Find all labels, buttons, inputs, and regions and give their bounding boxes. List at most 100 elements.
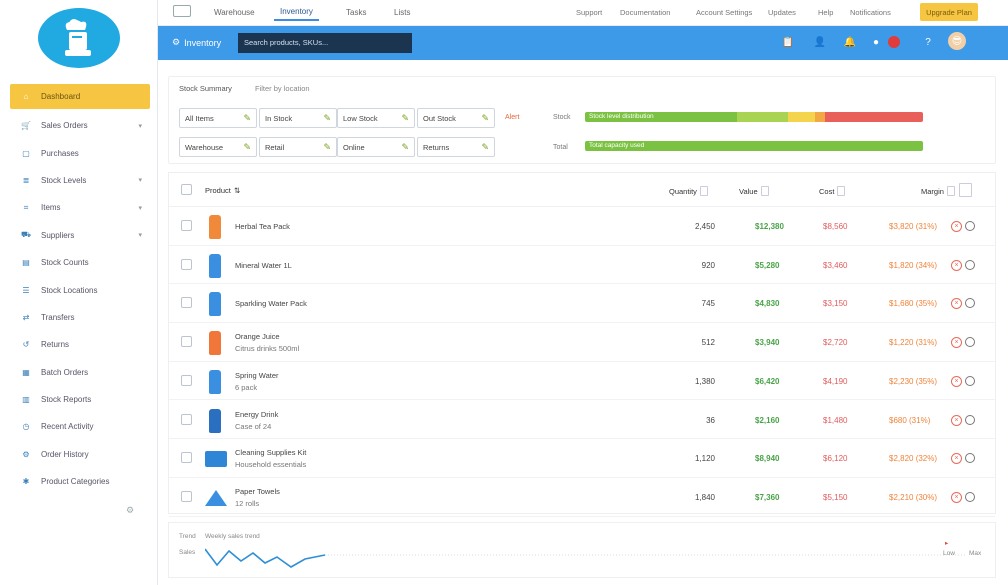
row-checkbox[interactable] xyxy=(181,220,192,231)
search-input[interactable] xyxy=(238,33,412,53)
product-name[interactable]: Herbal Tea Pack xyxy=(235,222,290,231)
column-settings-icon[interactable] xyxy=(959,183,972,197)
sort-icon xyxy=(699,186,708,196)
table-row[interactable]: Orange Juice Citrus drinks 500ml 512 $3,940… xyxy=(169,323,995,362)
table-row[interactable]: Mineral Water 1L 920 $5,280 $3,460 $1,820 (3… xyxy=(169,246,995,285)
remove-icon[interactable]: × xyxy=(951,337,962,349)
tab-inventory[interactable]: Inventory xyxy=(274,3,319,21)
sidebar-item[interactable]: ↺ Returns xyxy=(10,331,150,358)
alert-icon[interactable] xyxy=(888,36,900,48)
more-icon[interactable] xyxy=(965,491,975,502)
product-name[interactable]: Energy Drink xyxy=(235,410,278,419)
product-name[interactable]: Mineral Water 1L xyxy=(235,261,292,270)
sidebar-item[interactable]: ⌗ Items ▾ xyxy=(10,194,150,221)
page-title-text: Inventory xyxy=(184,37,222,48)
document-icon[interactable]: 📋 xyxy=(780,34,796,50)
filter-chip[interactable]: Retail ✎ xyxy=(259,137,337,157)
more-icon[interactable] xyxy=(965,375,975,386)
row-checkbox[interactable] xyxy=(181,413,192,425)
bell-icon[interactable]: 🔔 xyxy=(842,34,858,50)
column-header-quantity[interactable]: Quantity xyxy=(669,186,708,196)
remove-icon[interactable]: × xyxy=(951,453,962,465)
sidebar-item[interactable]: ▥ Stock Reports xyxy=(10,386,150,413)
filter-chip[interactable]: Low Stock ✎ xyxy=(337,108,415,128)
select-all-checkbox[interactable] xyxy=(181,184,192,195)
table-row[interactable]: Sparkling Water Pack 745 $4,830 $3,150 $1,68… xyxy=(169,284,995,324)
column-header-value[interactable]: Value xyxy=(739,186,769,196)
table-row[interactable]: Spring Water 6 pack 1,380 $6,420 $4,190 $2,23… xyxy=(169,362,995,401)
more-icon[interactable] xyxy=(965,414,975,425)
row-checkbox[interactable] xyxy=(181,374,192,386)
row-checkbox[interactable] xyxy=(181,258,192,270)
filter-chip[interactable]: Warehouse ✎ xyxy=(179,137,257,157)
filter-chip[interactable]: Out Stock ✎ xyxy=(417,108,495,128)
table-row[interactable]: Herbal Tea Pack 2,450 $12,380 $8,560 $3,820 … xyxy=(169,207,995,246)
more-icon[interactable] xyxy=(965,337,975,348)
column-header-product[interactable]: Product ⇅ xyxy=(205,186,240,195)
tab-lists[interactable]: Lists xyxy=(388,3,416,21)
sidebar-item[interactable]: ✱ Product Categories xyxy=(10,468,150,495)
help-icon[interactable]: ? xyxy=(920,34,936,50)
sidebar-item[interactable]: ⚙ Order History xyxy=(10,441,150,468)
more-icon[interactable] xyxy=(965,259,975,270)
link-documentation[interactable]: Documentation xyxy=(620,8,670,17)
trend-panel: Trend Sales Weekly sales trend ▸ Low Max xyxy=(168,522,996,578)
column-header-cost[interactable]: Cost xyxy=(819,186,846,196)
avatar[interactable]: 😎 xyxy=(948,32,966,50)
window-icon[interactable] xyxy=(173,5,191,17)
more-icon[interactable] xyxy=(965,453,975,464)
remove-icon[interactable]: × xyxy=(951,375,962,387)
filter-chip[interactable]: All Items ✎ xyxy=(179,108,257,128)
table-row[interactable]: Paper Towels 12 rolls 1,840 $7,360 $5,150 $2,… xyxy=(169,478,995,517)
remove-icon[interactable]: × xyxy=(951,298,962,310)
chart-icon: ▥ xyxy=(22,395,30,405)
sidebar-item[interactable]: ⌂ Dashboard xyxy=(10,84,150,109)
sidebar-item[interactable]: ▢ Purchases xyxy=(10,139,150,166)
bar-label: Stock xyxy=(553,114,571,121)
link-account-settings[interactable]: Account Settings xyxy=(696,8,752,17)
row-checkbox[interactable] xyxy=(181,452,192,464)
summary-sublabel[interactable]: Filter by location xyxy=(255,84,310,93)
collapse-icon[interactable]: ⚙ xyxy=(126,505,134,516)
row-checkbox[interactable] xyxy=(181,297,192,309)
sidebar-item[interactable]: ≣ Stock Levels ▾ xyxy=(10,167,150,194)
remove-icon[interactable]: × xyxy=(951,491,962,503)
value-cell: $3,940 xyxy=(755,338,780,348)
filter-chip[interactable]: In Stock ✎ xyxy=(259,108,337,128)
filter-chip[interactable]: Returns ✎ xyxy=(417,137,495,157)
tab-warehouse[interactable]: Warehouse xyxy=(208,3,261,21)
settings-icon[interactable]: ⚙ xyxy=(172,37,180,48)
row-checkbox[interactable] xyxy=(181,490,192,502)
link-notifications[interactable]: Notifications xyxy=(850,8,891,17)
filter-chip[interactable]: Online ✎ xyxy=(337,137,415,157)
upgrade-button[interactable]: Upgrade Plan xyxy=(920,3,978,21)
column-header-margin[interactable]: Margin xyxy=(921,186,955,196)
more-icon[interactable] xyxy=(965,221,975,231)
sidebar-item[interactable]: ▦ Batch Orders xyxy=(10,359,150,386)
sidebar-item[interactable]: 🛒 Sales Orders ▾ xyxy=(10,112,150,139)
table-row[interactable]: Energy Drink Case of 24 36 $2,160 $1,480 $680… xyxy=(169,401,995,440)
product-name[interactable]: Sparkling Water Pack xyxy=(235,299,307,308)
more-icon[interactable] xyxy=(965,298,975,309)
product-name[interactable]: Paper Towels xyxy=(235,487,280,496)
sidebar-item[interactable]: ⛟ Suppliers ▾ xyxy=(10,222,150,249)
sidebar-item[interactable]: ▤ Stock Counts xyxy=(10,249,150,276)
remove-icon[interactable]: × xyxy=(951,221,962,232)
sidebar-item[interactable]: ⇄ Transfers xyxy=(10,304,150,331)
user-icon[interactable]: 👤 xyxy=(812,34,828,50)
remove-icon[interactable]: × xyxy=(951,414,962,426)
row-checkbox[interactable] xyxy=(181,336,192,348)
link-updates[interactable]: Updates xyxy=(768,8,796,17)
product-name[interactable]: Cleaning Supplies Kit xyxy=(235,448,306,457)
link-help[interactable]: Help xyxy=(818,8,833,17)
product-name[interactable]: Spring Water xyxy=(235,371,279,380)
table-row[interactable]: Cleaning Supplies Kit Household essential… xyxy=(169,439,995,478)
product-name[interactable]: Orange Juice xyxy=(235,332,280,341)
tab-tasks[interactable]: Tasks xyxy=(340,3,372,21)
app-logo[interactable] xyxy=(38,8,120,68)
remove-icon[interactable]: × xyxy=(951,259,962,271)
sidebar-item[interactable]: ☰ Stock Locations xyxy=(10,276,150,303)
sidebar-item[interactable]: ◷ Recent Activity xyxy=(10,413,150,440)
toggle-icon[interactable]: ● xyxy=(870,34,882,50)
link-support[interactable]: Support xyxy=(576,8,602,17)
